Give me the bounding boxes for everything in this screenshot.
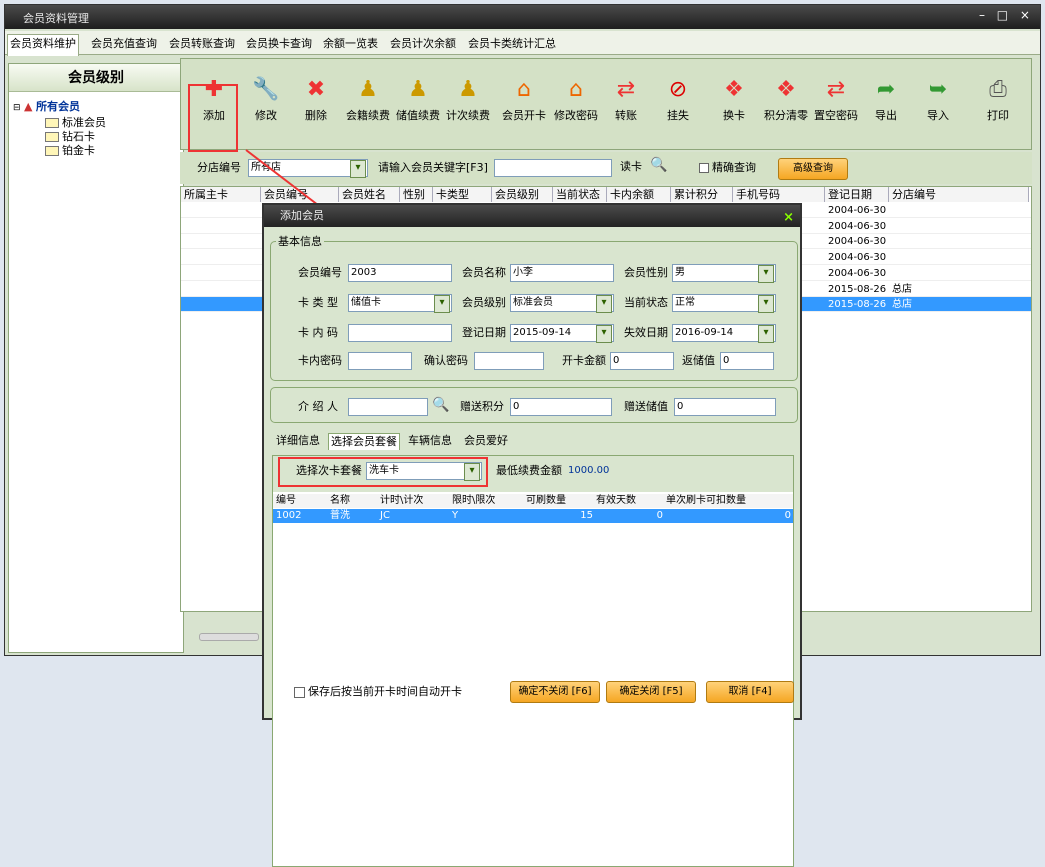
member-name-label: 会员名称 — [462, 266, 506, 279]
basic-info-legend: 基本信息 — [276, 233, 324, 251]
member-name-input[interactable]: 小李 — [510, 264, 614, 282]
package-grid-header: 编号 名称 计时\计次 限时\限次 可刷数量 有效天数 单次刷卡可扣数量 — [273, 494, 793, 508]
member-no-input[interactable]: 2003 — [348, 264, 452, 282]
auto-open-checkbox[interactable] — [294, 687, 305, 698]
gift-points-input[interactable]: 0 — [510, 398, 612, 416]
member-no-label: 会员编号 — [298, 266, 342, 279]
min-fee-value: 1000.00 — [568, 465, 610, 476]
expire-date-label: 失效日期 — [624, 326, 668, 339]
card-pwd-label: 卡内密码 — [298, 354, 342, 367]
min-fee-label: 最低续费金额 — [496, 464, 562, 477]
pkg-cell: 0 — [656, 510, 663, 521]
confirm-pwd-input[interactable] — [474, 352, 544, 370]
gift-value-label: 赠送储值 — [624, 400, 668, 413]
return-value-input[interactable]: 0 — [720, 352, 774, 370]
pkg-col-limit: 限时\限次 — [452, 495, 496, 506]
package-select[interactable]: 洗车卡 — [366, 462, 482, 481]
reg-date-label: 登记日期 — [462, 326, 506, 339]
cancel-button[interactable]: 取消 [F4] — [706, 681, 794, 703]
open-amount-input[interactable]: 0 — [610, 352, 674, 370]
save-keep-open-button[interactable]: 确定不关闭 [F6] — [510, 681, 600, 703]
level-label: 会员级别 — [462, 296, 506, 309]
add-member-dialog: 添加会员 × 基本信息 会员编号 2003 会员名称 小李 会员性别 男 卡 类 … — [262, 203, 802, 867]
referrer-input[interactable] — [348, 398, 428, 416]
package-panel: 编号 名称 计时\计次 限时\限次 可刷数量 有效天数 单次刷卡可扣数量 100… — [272, 455, 794, 867]
save-close-button[interactable]: 确定关闭 [F5] — [606, 681, 696, 703]
card-code-label: 卡 内 码 — [298, 326, 338, 339]
pkg-cell: Y — [452, 510, 459, 521]
reg-date-picker[interactable]: 2015-09-14 — [510, 324, 614, 343]
card-type-select[interactable]: 储值卡 — [348, 294, 452, 313]
gender-select[interactable]: 男 — [672, 264, 776, 283]
subtab-hobby[interactable]: 会员爱好 — [462, 433, 510, 449]
card-code-input[interactable] — [348, 324, 452, 342]
status-select[interactable]: 正常 — [672, 294, 776, 313]
gift-value-input[interactable]: 0 — [674, 398, 776, 416]
pkg-col-deduct: 单次刷卡可扣数量 — [666, 495, 746, 506]
subtab-details[interactable]: 详细信息 — [274, 433, 322, 449]
close-icon[interactable]: × — [783, 207, 794, 229]
package-label: 选择次卡套餐 — [296, 464, 362, 477]
card-type-label: 卡 类 型 — [298, 296, 338, 309]
pkg-col-count-type: 计时\计次 — [380, 495, 424, 506]
open-amount-label: 开卡金额 — [562, 354, 606, 367]
confirm-pwd-label: 确认密码 — [424, 354, 468, 367]
package-row[interactable]: 1002 普洗 JC Y 15 0 0 — [273, 509, 793, 523]
pkg-cell: 0 — [784, 510, 791, 521]
dialog-title-bar: 添加会员 × — [264, 205, 800, 227]
pkg-col-no: 编号 — [276, 495, 296, 506]
pkg-col-days: 有效天数 — [596, 495, 636, 506]
status-label: 当前状态 — [624, 296, 668, 309]
auto-open-label: 保存后按当前开卡时间自动开卡 — [308, 685, 462, 698]
level-select[interactable]: 标准会员 — [510, 294, 614, 313]
pkg-cell: 15 — [580, 510, 593, 521]
pkg-col-name: 名称 — [330, 495, 350, 506]
return-value-label: 返储值 — [682, 354, 715, 367]
pkg-cell: 普洗 — [330, 510, 350, 521]
gender-label: 会员性别 — [624, 266, 668, 279]
subtab-vehicle[interactable]: 车辆信息 — [406, 433, 454, 449]
pkg-cell: JC — [380, 510, 390, 521]
gift-points-label: 赠送积分 — [460, 400, 504, 413]
card-pwd-input[interactable] — [348, 352, 412, 370]
pkg-col-qty: 可刷数量 — [526, 495, 566, 506]
pkg-cell: 1002 — [276, 510, 302, 521]
referrer-label: 介 绍 人 — [298, 400, 338, 413]
search-icon[interactable]: 🔍 — [432, 396, 449, 414]
subtab-package[interactable]: 选择会员套餐 — [328, 433, 400, 450]
dialog-title: 添加会员 — [280, 209, 324, 222]
expire-date-picker[interactable]: 2016-09-14 — [672, 324, 776, 343]
